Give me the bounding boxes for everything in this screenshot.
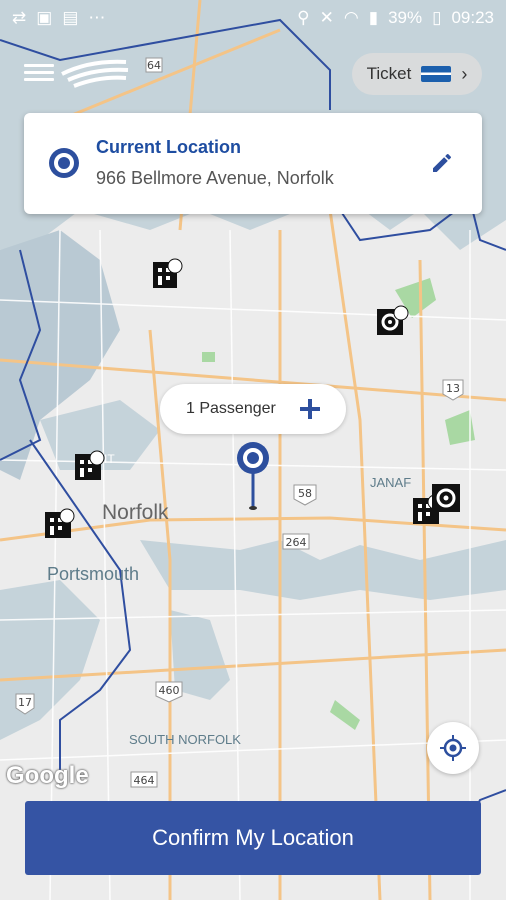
- road-shield-264: 264: [286, 536, 307, 549]
- my-location-button[interactable]: [427, 722, 479, 774]
- ticket-icon: [421, 66, 452, 82]
- current-location-card[interactable]: Current Location 966 Bellmore Avenue, No…: [24, 113, 482, 214]
- location-target-icon: [49, 148, 79, 178]
- road-shield-13: 13: [446, 382, 460, 395]
- status-bar: ⇄ ▣ ▤ ⋯ ⚲ ✕ ◠ ▮ 39% ▯ 09:23: [0, 0, 506, 36]
- clock: 09:23: [451, 8, 494, 27]
- map-label-janaf: JANAF: [370, 475, 412, 490]
- image-icon: ▣: [36, 8, 53, 27]
- app-logo-icon: [61, 59, 129, 88]
- hamburger-menu-icon[interactable]: [24, 60, 54, 86]
- battery-icon: ▯: [432, 8, 442, 27]
- crosshair-icon: [440, 735, 466, 761]
- building-poi-icon[interactable]: [43, 508, 77, 542]
- ticket-label: Ticket: [366, 64, 412, 83]
- passenger-selector[interactable]: 1 Passenger: [160, 384, 346, 434]
- battery-percent: 39%: [388, 8, 423, 27]
- location-address: 966 Bellmore Avenue, Norfolk: [96, 168, 334, 188]
- map-label-south-norfolk: SOUTH NORFOLK: [129, 732, 241, 747]
- stop-poi-icon[interactable]: [430, 482, 464, 516]
- road-shield-464: 464: [134, 774, 155, 787]
- building-poi-icon[interactable]: [73, 450, 107, 484]
- road-shield-64: 64: [147, 59, 161, 72]
- road-shield-460: 460: [159, 684, 180, 697]
- chevron-right-icon: ›: [461, 63, 468, 84]
- edit-pencil-icon[interactable]: [430, 151, 454, 175]
- passenger-label: 1 Passenger: [186, 400, 276, 417]
- signal-icon: ▮: [368, 8, 379, 27]
- location-pin-icon[interactable]: [234, 440, 272, 512]
- more-icon: ⋯: [88, 8, 106, 27]
- location-title: Current Location: [96, 137, 242, 157]
- location-status-icon: ⚲: [297, 8, 310, 27]
- google-attribution: Google: [6, 762, 89, 789]
- mute-icon: ✕: [319, 8, 334, 27]
- map-label-portsmouth: Portsmouth: [47, 564, 140, 584]
- road-shield-17: 17: [18, 696, 32, 709]
- road-shield-58: 58: [298, 487, 312, 500]
- card-icon: ▤: [62, 8, 79, 27]
- ticket-button[interactable]: Ticket ›: [352, 53, 482, 95]
- status-right-icons: ⚲ ✕ ◠ ▮ 39% ▯ 09:23: [297, 8, 494, 28]
- building-poi-icon[interactable]: [151, 258, 185, 292]
- add-passenger-plus-icon[interactable]: [298, 397, 322, 421]
- stop-poi-icon[interactable]: [375, 305, 409, 339]
- status-left-icons: ⇄ ▣ ▤ ⋯: [12, 8, 105, 28]
- map-label-norfolk: Norfolk: [102, 501, 169, 524]
- sync-icon: ⇄: [12, 8, 27, 27]
- confirm-location-button[interactable]: Confirm My Location: [25, 801, 481, 875]
- wifi-icon: ◠: [343, 8, 359, 27]
